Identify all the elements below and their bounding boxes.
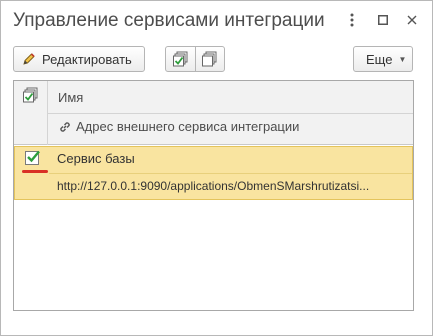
- column-header-address[interactable]: Адрес внешнего сервиса интеграции: [58, 119, 299, 134]
- row-check-cell[interactable]: [15, 147, 49, 199]
- table-header: Имя Адрес внешнего сервиса интеграции: [14, 81, 413, 145]
- row-name-cell: Сервис базы: [57, 151, 135, 166]
- chevron-down-icon: ▼: [398, 54, 407, 64]
- more-button-label: Еще: [366, 51, 393, 67]
- check-all-button[interactable]: [165, 46, 196, 72]
- check-all-icon: [172, 51, 187, 67]
- row-checkbox[interactable]: [25, 150, 40, 165]
- row-address-cell: http://127.0.0.1:9090/applications/Obmen…: [57, 179, 370, 193]
- red-underline-annotation: [22, 170, 48, 173]
- column-header-address-label: Адрес внешнего сервиса интеграции: [76, 119, 300, 134]
- maximize-button[interactable]: [372, 9, 394, 31]
- integration-services-window: Управление сервисами интеграции Редактир…: [0, 0, 433, 336]
- window-title: Управление сервисами интеграции: [13, 10, 325, 31]
- maximize-icon: [378, 15, 388, 25]
- services-table: Имя Адрес внешнего сервиса интеграции Се…: [13, 80, 414, 311]
- window-menu-button[interactable]: [341, 9, 363, 31]
- close-button[interactable]: [401, 9, 423, 31]
- more-button[interactable]: Еще ▼: [353, 46, 413, 72]
- edit-button[interactable]: Редактировать: [13, 46, 145, 72]
- uncheck-all-icon: [202, 51, 217, 67]
- header-divider: [48, 113, 413, 114]
- close-icon: [407, 15, 417, 25]
- table-row[interactable]: Сервис базы http://127.0.0.1:9090/applic…: [14, 146, 413, 200]
- row-divider: [49, 173, 412, 174]
- edit-button-label: Редактировать: [42, 51, 132, 67]
- link-icon: [60, 121, 70, 132]
- pencil-icon: [23, 53, 35, 65]
- uncheck-all-button[interactable]: [195, 46, 225, 72]
- vertical-dots-icon: [350, 13, 354, 27]
- header-check-column[interactable]: [14, 81, 48, 145]
- column-header-name[interactable]: Имя: [58, 90, 83, 105]
- check-column-icon: [23, 87, 38, 103]
- checkmark-icon: [27, 150, 40, 163]
